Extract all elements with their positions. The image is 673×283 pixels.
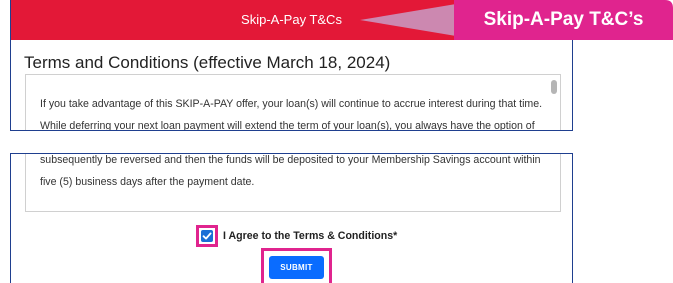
checkbox-highlight — [196, 225, 218, 247]
terms-panel-bottom: subsequently be reversed and then the fu… — [10, 153, 573, 283]
checkmark-icon — [202, 232, 212, 240]
agree-label: I Agree to the Terms & Conditions* — [223, 230, 398, 242]
terms-scroll-box-bottom[interactable]: subsequently be reversed and then the fu… — [25, 154, 561, 212]
terms-scroll-box[interactable]: If you take advantage of this SKIP-A-PAY… — [25, 74, 561, 131]
callout-tag: Skip-A-Pay T&C’s — [360, 0, 673, 40]
agree-checkbox[interactable] — [201, 230, 213, 242]
submit-highlight: SUBMIT — [261, 248, 332, 283]
terms-text-bottom: subsequently be reversed and then the fu… — [40, 154, 541, 188]
agree-row: I Agree to the Terms & Conditions* — [196, 224, 397, 248]
callout-label: Skip-A-Pay T&C’s — [483, 9, 644, 30]
scrollbar-thumb[interactable] — [551, 80, 557, 94]
terms-text-top: If you take advantage of this SKIP-A-PAY… — [40, 98, 543, 131]
terms-heading: Terms and Conditions (effective March 18… — [24, 53, 391, 72]
submit-button[interactable]: SUBMIT — [269, 256, 324, 279]
